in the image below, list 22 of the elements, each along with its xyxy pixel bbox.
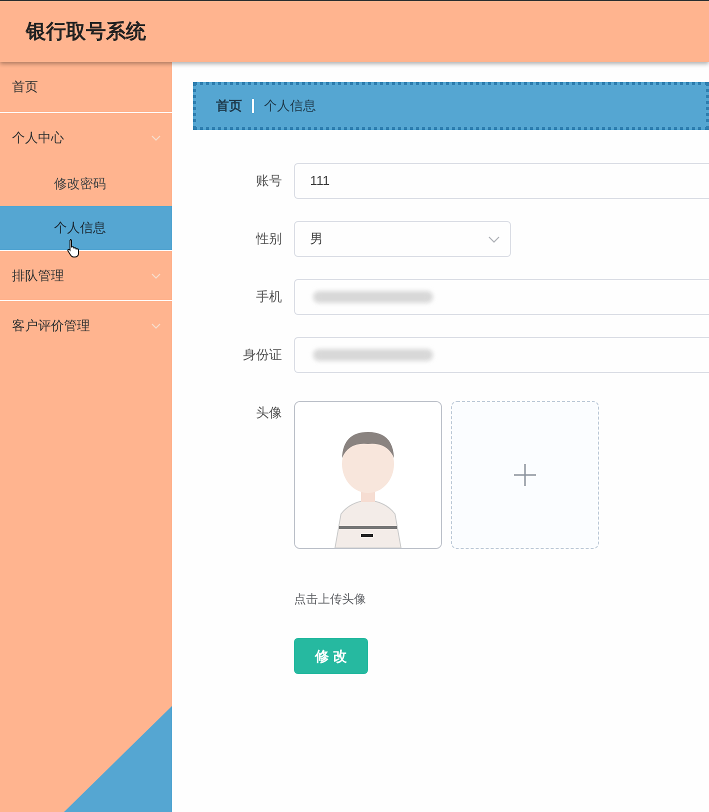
field-label: 性别 (256, 230, 282, 248)
chevron-down-icon (151, 272, 161, 278)
app-title: 银行取号系统 (26, 20, 146, 44)
input-field[interactable] (294, 337, 709, 373)
field-label: 头像 (256, 404, 282, 422)
pointer-cursor-icon (66, 238, 82, 258)
select-field[interactable]: 男 (294, 221, 511, 257)
chevron-down-icon (151, 322, 161, 328)
upload-box[interactable] (451, 401, 599, 549)
breadcrumb-item: 个人信息 (264, 97, 316, 116)
field-label: 账号 (256, 172, 282, 190)
menu-item[interactable]: 首页 (0, 62, 172, 112)
chevron-down-icon (151, 134, 161, 140)
input-field[interactable] (294, 279, 709, 315)
input-field[interactable]: 111 (294, 163, 709, 199)
submenu-item[interactable]: 修改密码 (0, 162, 172, 206)
upload-hint: 点击上传头像 (294, 592, 366, 606)
field-label: 身份证 (243, 346, 282, 364)
field-label: 手机 (256, 288, 282, 306)
plus-icon (514, 464, 536, 486)
chevron-down-icon (488, 236, 500, 242)
breadcrumb-item[interactable]: 首页 (216, 96, 242, 116)
